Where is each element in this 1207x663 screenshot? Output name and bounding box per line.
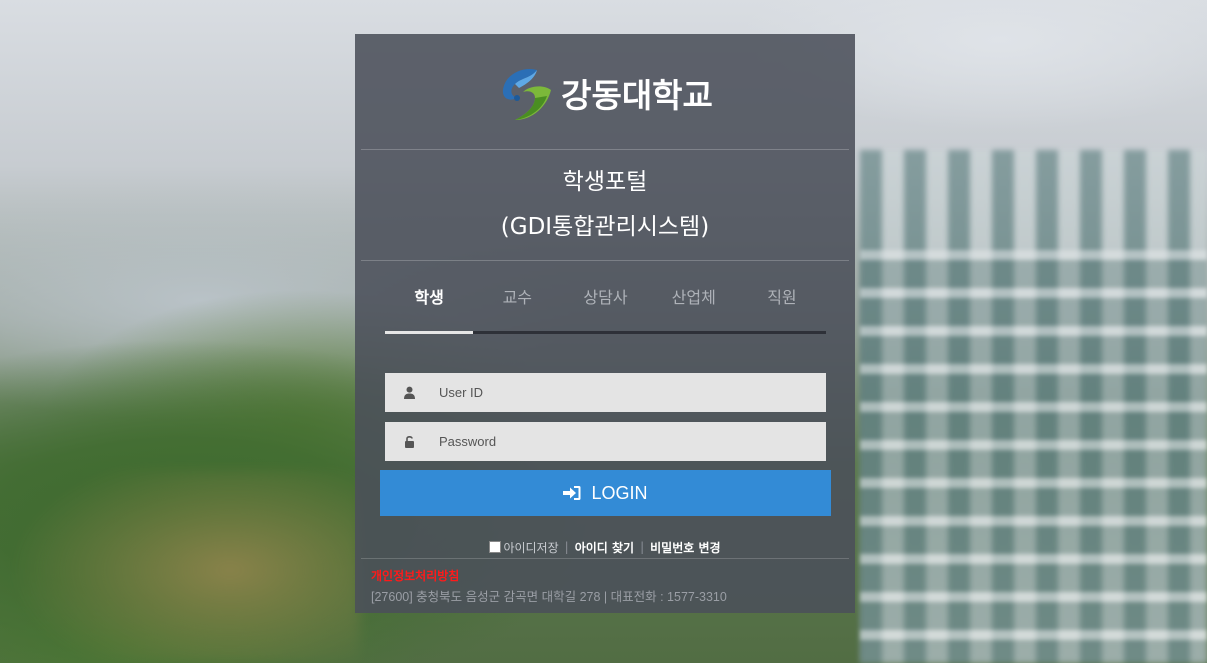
background-hill [0, 470, 360, 663]
background-building-windows [860, 250, 1207, 663]
account-links: 아이디저장 | 아이디 찾기 | 비밀번호 변경 [355, 537, 855, 557]
tab-student[interactable]: 학생 [385, 282, 474, 334]
divider [361, 558, 849, 559]
password-field [385, 422, 826, 461]
divider [361, 260, 849, 261]
password-input[interactable] [433, 422, 826, 461]
footer-address: [27600] 충청북도 음성군 감곡면 대학길 278 | 대표전화 : 15… [371, 590, 727, 604]
university-logo: 강동대학교 [355, 62, 855, 124]
tab-staff[interactable]: 직원 [738, 282, 826, 331]
login-label: LOGIN [591, 482, 648, 503]
link-separator: | [640, 540, 645, 554]
tab-counselor[interactable]: 상담사 [561, 282, 649, 331]
tab-industry[interactable]: 산업체 [650, 282, 738, 331]
remember-id-label: 아이디저장 [503, 540, 559, 555]
remember-id-checkbox[interactable] [489, 541, 502, 553]
portal-heading: 학생포털 (GDI통합관리시스템) [355, 166, 855, 243]
user-icon [385, 373, 433, 412]
portal-title: 학생포털 [562, 169, 648, 195]
portal-subtitle: (GDI통합관리시스템) [500, 214, 710, 240]
sign-in-icon [563, 486, 581, 500]
university-emblem-icon [502, 68, 552, 120]
divider [361, 149, 849, 150]
change-password-link[interactable]: 비밀번호 변경 [650, 539, 720, 556]
user-type-tabs: 학생 교수 상담사 산업체 직원 [385, 282, 826, 334]
tab-professor[interactable]: 교수 [473, 282, 561, 331]
userid-field [385, 373, 826, 412]
login-panel: 강동대학교 학생포털 (GDI통합관리시스템) 학생 교수 상담사 산업체 직원… [355, 34, 855, 613]
unlock-icon [385, 422, 433, 461]
privacy-policy-link[interactable]: 개인정보처리방침 [371, 567, 459, 584]
find-id-link[interactable]: 아이디 찾기 [575, 539, 634, 556]
login-button[interactable]: LOGIN [380, 470, 831, 516]
university-name: 강동대학교 [561, 76, 713, 115]
userid-input[interactable] [433, 373, 826, 412]
link-separator: | [564, 540, 569, 554]
